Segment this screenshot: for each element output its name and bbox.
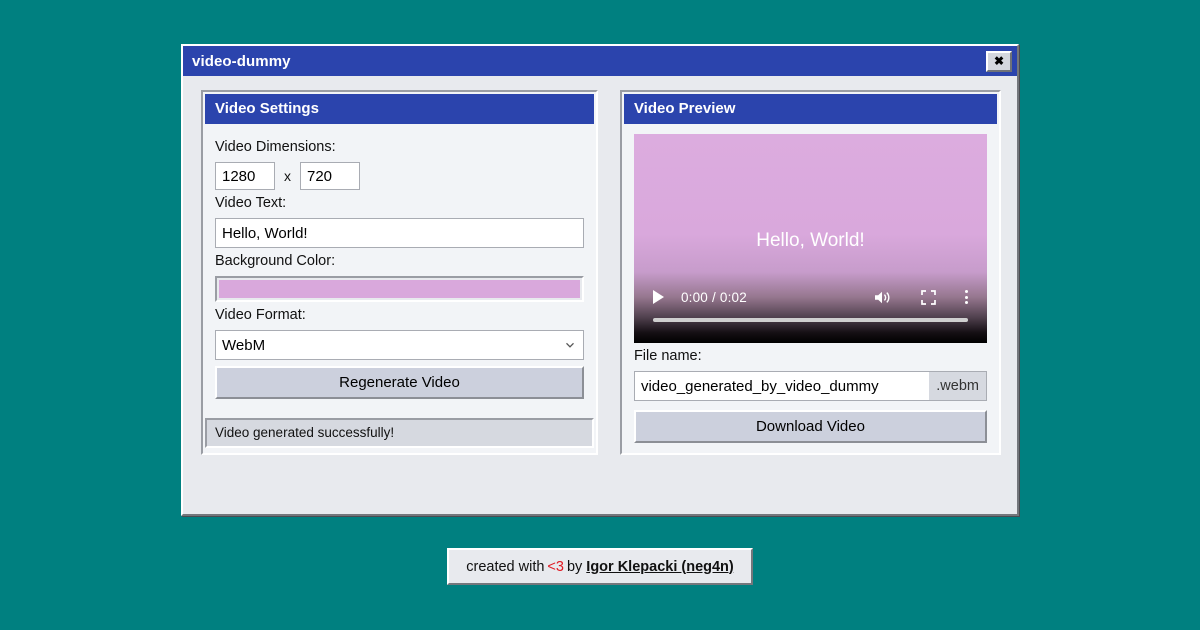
footer-credit: created with <3 by Igor Klepacki (neg4n) (447, 548, 753, 585)
video-format-select[interactable]: WebM (215, 330, 584, 360)
background-color-picker[interactable] (215, 276, 584, 302)
dimensions-label: Video Dimensions: (215, 139, 336, 155)
video-height-input[interactable] (300, 162, 360, 190)
app-window: video-dummy ✖ Video Settings Video Dimen… (181, 44, 1019, 516)
close-icon: ✖ (993, 54, 1005, 68)
close-button[interactable]: ✖ (986, 50, 1012, 72)
filename-row: .webm (633, 371, 987, 401)
video-width-input[interactable] (215, 162, 275, 190)
footer-prefix: created with (466, 558, 545, 575)
video-text-input[interactable] (215, 218, 584, 248)
fullscreen-icon (921, 289, 936, 305)
more-options-button[interactable] (965, 290, 968, 304)
more-options-icon (965, 290, 968, 293)
author-link[interactable]: Igor Klepacki (neg4n) (586, 559, 733, 575)
preview-panel-header: Video Preview (623, 94, 997, 124)
filename-label: File name: (633, 348, 702, 364)
fullscreen-button[interactable] (921, 289, 936, 305)
volume-button[interactable] (874, 290, 891, 305)
window-body: Video Settings Video Dimensions: x Video… (183, 76, 1017, 455)
preview-panel-content: Hello, World! 0:00 / 0:02 File name: vid… (622, 124, 999, 453)
play-icon (652, 290, 664, 304)
more-options-icon-dot (965, 295, 968, 299)
play-button[interactable] (652, 290, 664, 304)
volume-icon (875, 291, 890, 303)
more-options-icon-dot (965, 301, 968, 304)
window-title: video-dummy (192, 52, 291, 70)
status-bar: Video generated successfully! (205, 418, 594, 448)
video-format-label: Video Format: (215, 307, 306, 323)
video-seek-bar[interactable] (652, 318, 968, 322)
window-titlebar: video-dummy ✖ (183, 46, 1017, 76)
settings-panel-content: Video Dimensions: x Video Text: Backgrou… (203, 124, 596, 409)
dimensions-row: x (215, 162, 584, 190)
chevron-down-icon (565, 342, 574, 348)
video-time-display: 0:00 / 0:02 (680, 289, 747, 305)
video-preview-panel: Video Preview Hello, World! 0:00 / 0:02 (619, 90, 1001, 455)
download-video-button[interactable]: Download Video (633, 410, 987, 443)
video-overlay-text: Hello, World! (756, 229, 865, 251)
filename-input[interactable] (633, 371, 930, 401)
dimensions-separator: x (284, 168, 291, 184)
background-color-swatch (219, 280, 580, 298)
video-settings-panel: Video Settings Video Dimensions: x Video… (201, 90, 598, 455)
video-controls-row: 0:00 / 0:02 (634, 284, 987, 310)
video-player[interactable]: Hello, World! 0:00 / 0:02 (633, 134, 987, 343)
settings-panel-header: Video Settings (205, 94, 594, 124)
video-text-label: Video Text: (215, 195, 287, 211)
video-controls: 0:00 / 0:02 (634, 275, 987, 343)
file-extension-label: .webm (929, 371, 987, 401)
video-format-value: WebM (222, 336, 266, 354)
footer-middle: by (566, 558, 583, 575)
heart-icon: <3 (547, 558, 564, 575)
background-color-label: Background Color: (215, 253, 336, 269)
regenerate-video-button[interactable]: Regenerate Video (215, 366, 584, 399)
